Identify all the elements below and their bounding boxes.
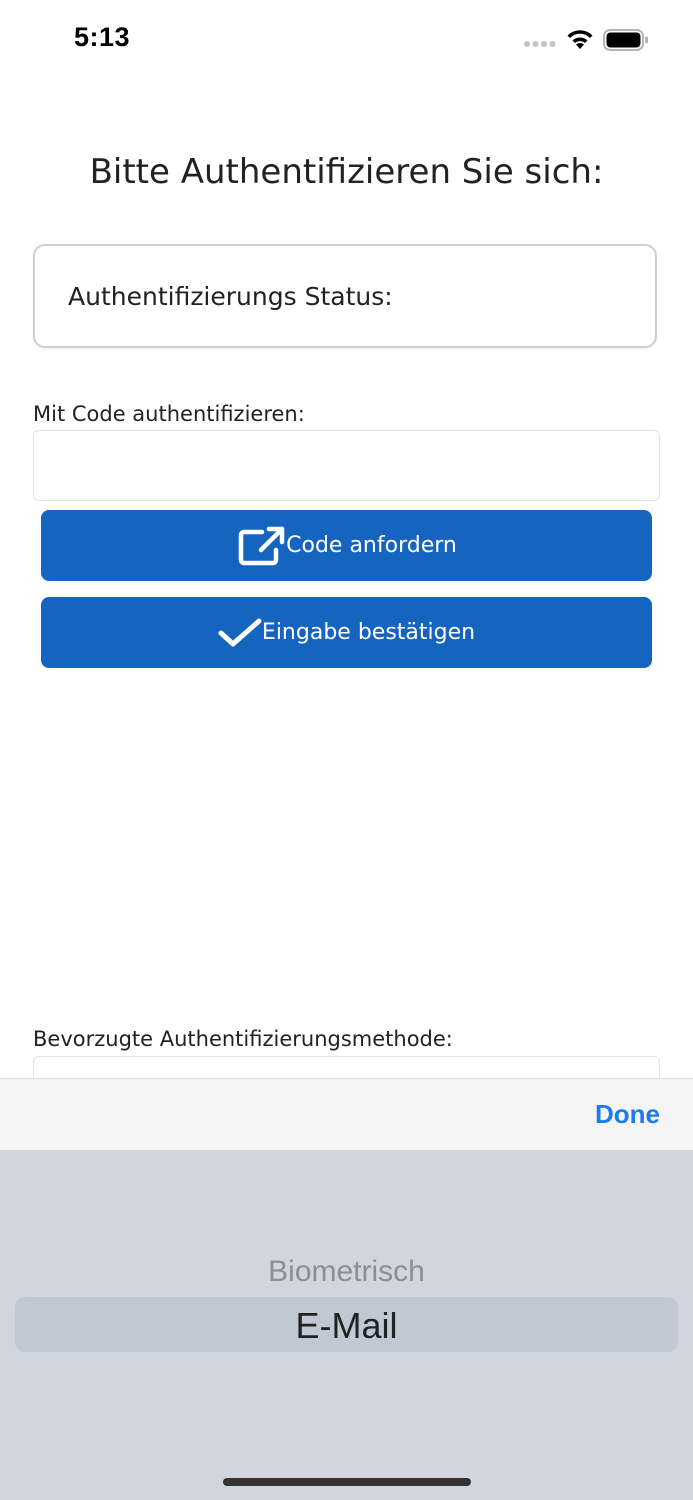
page-title: Bitte Authentifizieren Sie sich: xyxy=(89,152,604,192)
external-link-icon xyxy=(238,526,285,565)
picker-wheel[interactable]: Biometrisch E-Mail xyxy=(0,1150,693,1500)
wifi-icon xyxy=(567,30,593,49)
checkmark-icon xyxy=(218,618,262,646)
auth-status-box: Authentifizierungs Status: xyxy=(33,244,657,348)
status-time: 5:13 xyxy=(74,22,131,52)
code-input[interactable] xyxy=(33,430,660,501)
confirm-input-button[interactable]: Eingabe bestätigen xyxy=(41,597,652,668)
picker-option-biometric[interactable]: Biometrisch xyxy=(0,1255,693,1289)
auth-status-label: Authentifizierungs Status: xyxy=(68,282,393,311)
request-code-label: Code anfordern xyxy=(286,533,457,558)
signal-dots-icon xyxy=(524,41,556,47)
done-button[interactable]: Done xyxy=(595,1099,660,1130)
picker-option-email[interactable]: E-Mail xyxy=(0,1305,693,1347)
request-code-button[interactable]: Code anfordern xyxy=(41,510,652,581)
status-bar: 5:13 xyxy=(0,0,693,80)
confirm-input-label: Eingabe bestätigen xyxy=(261,620,476,645)
battery-icon xyxy=(603,29,648,51)
picker-toolbar: Done xyxy=(0,1078,693,1150)
code-field-label: Mit Code authentifizieren: xyxy=(33,402,305,426)
home-indicator[interactable] xyxy=(223,1478,471,1486)
preferred-method-label: Bevorzugte Authentifizierungsmethode: xyxy=(33,1027,453,1051)
